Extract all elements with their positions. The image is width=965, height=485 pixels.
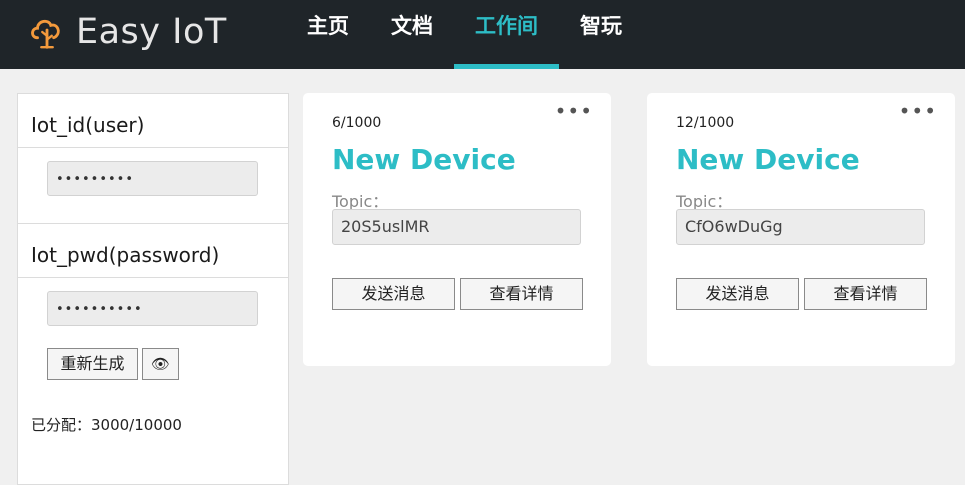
message-counter: 12/1000	[676, 115, 735, 131]
device-name: New Device	[332, 143, 516, 176]
app-name: Easy IoT	[76, 12, 227, 52]
eye-icon: 👁	[150, 355, 171, 373]
user-id-field[interactable]: •••••••••	[47, 161, 258, 196]
password-field-wrap: ••••••••••	[18, 278, 288, 340]
nav-workspace[interactable]: 工作间	[454, 0, 559, 69]
more-options-icon[interactable]: •••	[899, 101, 937, 121]
send-message-button[interactable]: 发送消息	[676, 278, 799, 310]
logo[interactable]: Easy IoT	[28, 8, 227, 56]
password-label: Iot_pwd(password)	[18, 224, 288, 278]
view-details-button[interactable]: 查看详情	[804, 278, 927, 310]
top-bar: Easy IoT 主页 文档 工作间 智玩	[0, 0, 965, 69]
allocated-count: 已分配：3000/10000	[31, 416, 182, 434]
nav-home[interactable]: 主页	[286, 0, 370, 69]
user-id-field-wrap: •••••••••	[18, 148, 288, 224]
reveal-password-button[interactable]: 👁	[142, 348, 179, 380]
nav-play[interactable]: 智玩	[559, 0, 643, 69]
cloud-tree-icon	[31, 19, 60, 49]
user-id-label: Iot_id(user)	[18, 94, 288, 148]
credential-actions: 重新生成 👁	[47, 348, 179, 380]
nav-docs[interactable]: 文档	[370, 0, 454, 69]
topic-field[interactable]: 20S5uslMR	[332, 209, 581, 245]
device-actions: 发送消息 查看详情	[676, 278, 927, 310]
topic-field[interactable]: CfO6wDuGg	[676, 209, 925, 245]
main-nav: 主页 文档 工作间 智玩	[286, 0, 643, 69]
view-details-button[interactable]: 查看详情	[460, 278, 583, 310]
send-message-button[interactable]: 发送消息	[332, 278, 455, 310]
password-field[interactable]: ••••••••••	[47, 291, 258, 326]
device-card: ••• 6/1000 New Device Topic： 20S5uslMR 发…	[303, 93, 611, 366]
more-options-icon[interactable]: •••	[555, 101, 593, 121]
device-name: New Device	[676, 143, 860, 176]
regenerate-button[interactable]: 重新生成	[47, 348, 138, 380]
device-actions: 发送消息 查看详情	[332, 278, 583, 310]
device-card: ••• 12/1000 New Device Topic： CfO6wDuGg …	[647, 93, 955, 366]
credentials-panel: Iot_id(user) ••••••••• Iot_pwd(password)…	[17, 93, 289, 485]
message-counter: 6/1000	[332, 115, 382, 131]
